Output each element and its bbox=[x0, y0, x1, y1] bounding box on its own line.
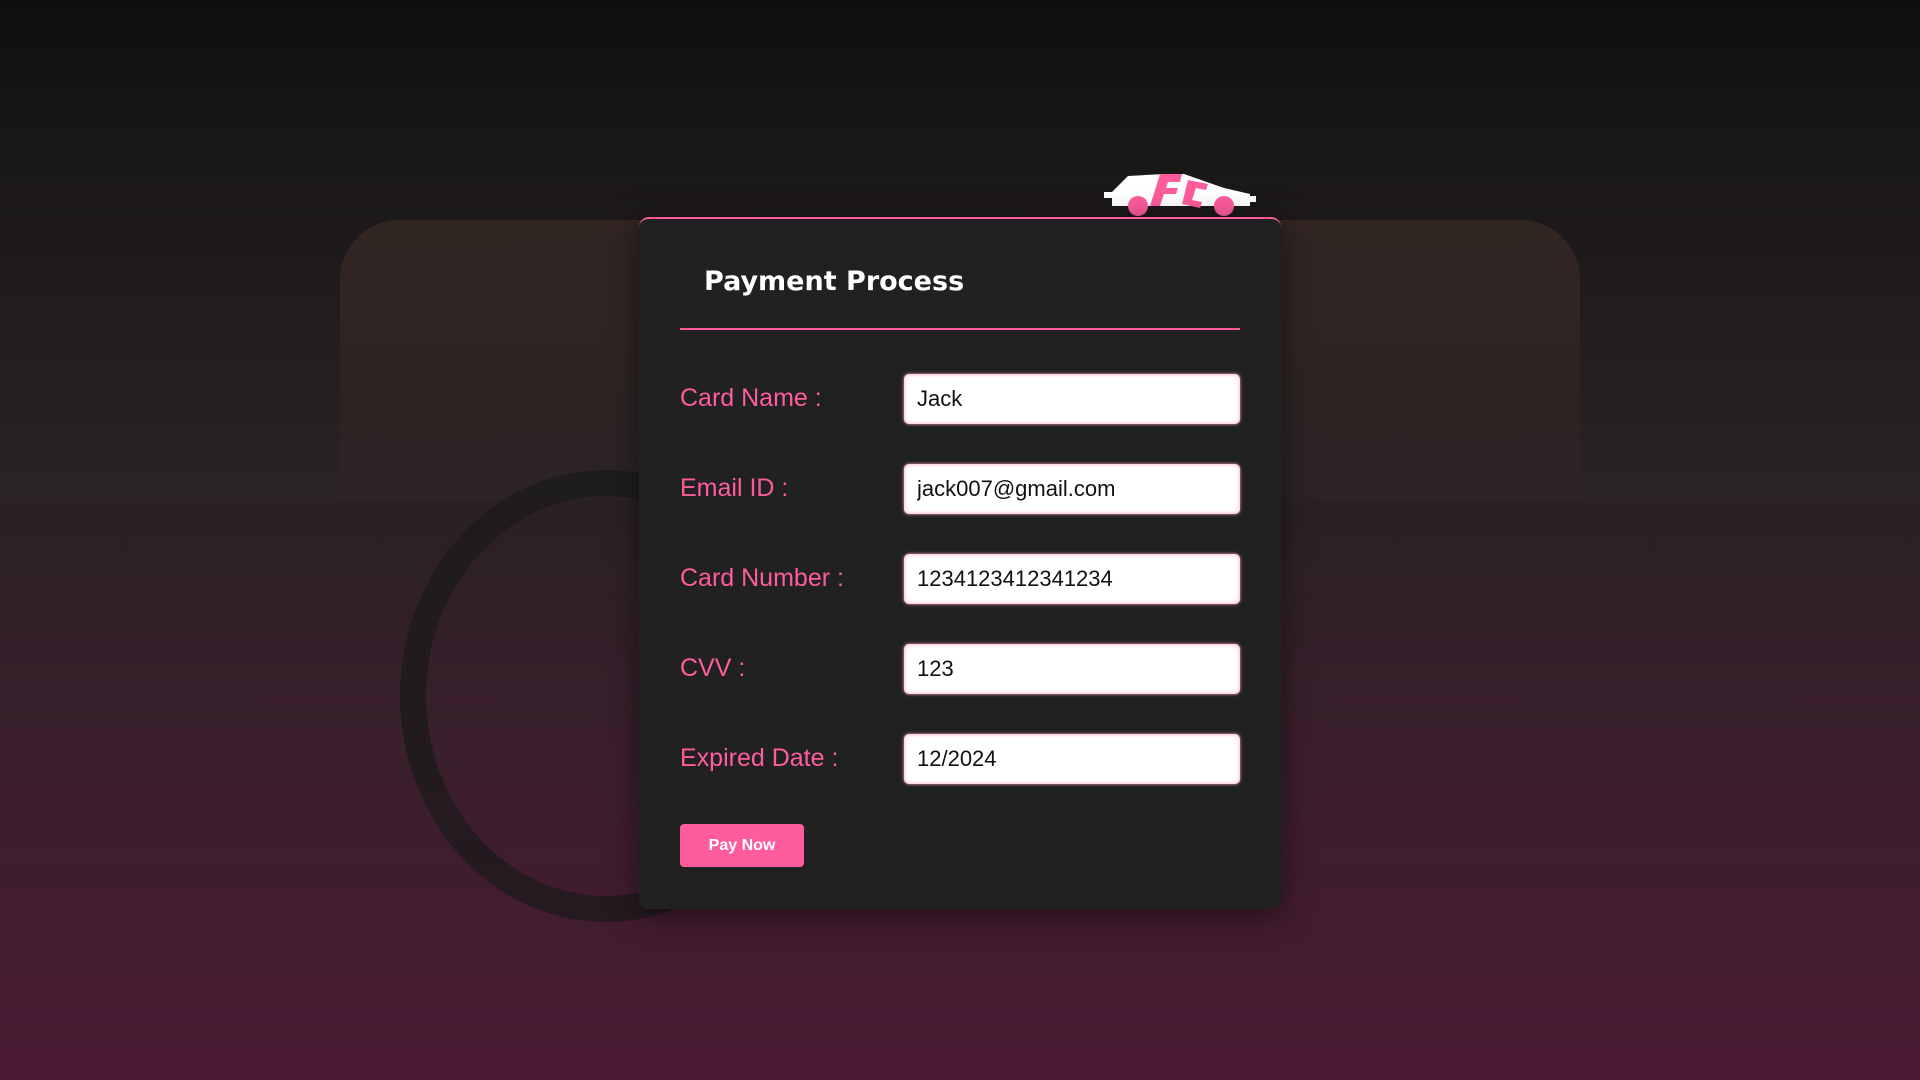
email-label: Email ID : bbox=[680, 474, 789, 502]
card-name-input[interactable] bbox=[904, 374, 1240, 424]
card-number-label: Card Number : bbox=[680, 564, 844, 592]
email-input[interactable] bbox=[904, 464, 1240, 514]
card-name-label: Card Name : bbox=[680, 384, 822, 412]
expiry-date-label: Expired Date : bbox=[680, 744, 839, 772]
expiry-date-input[interactable] bbox=[904, 734, 1240, 784]
logo-car-icon bbox=[1104, 174, 1256, 216]
card-number-input[interactable] bbox=[904, 554, 1240, 604]
cvv-label: CVV : bbox=[680, 654, 746, 682]
title-divider bbox=[680, 328, 1240, 330]
pay-now-button[interactable]: Pay Now bbox=[680, 824, 804, 867]
cvv-input[interactable] bbox=[904, 644, 1240, 694]
page-title: Payment Process bbox=[704, 266, 965, 297]
